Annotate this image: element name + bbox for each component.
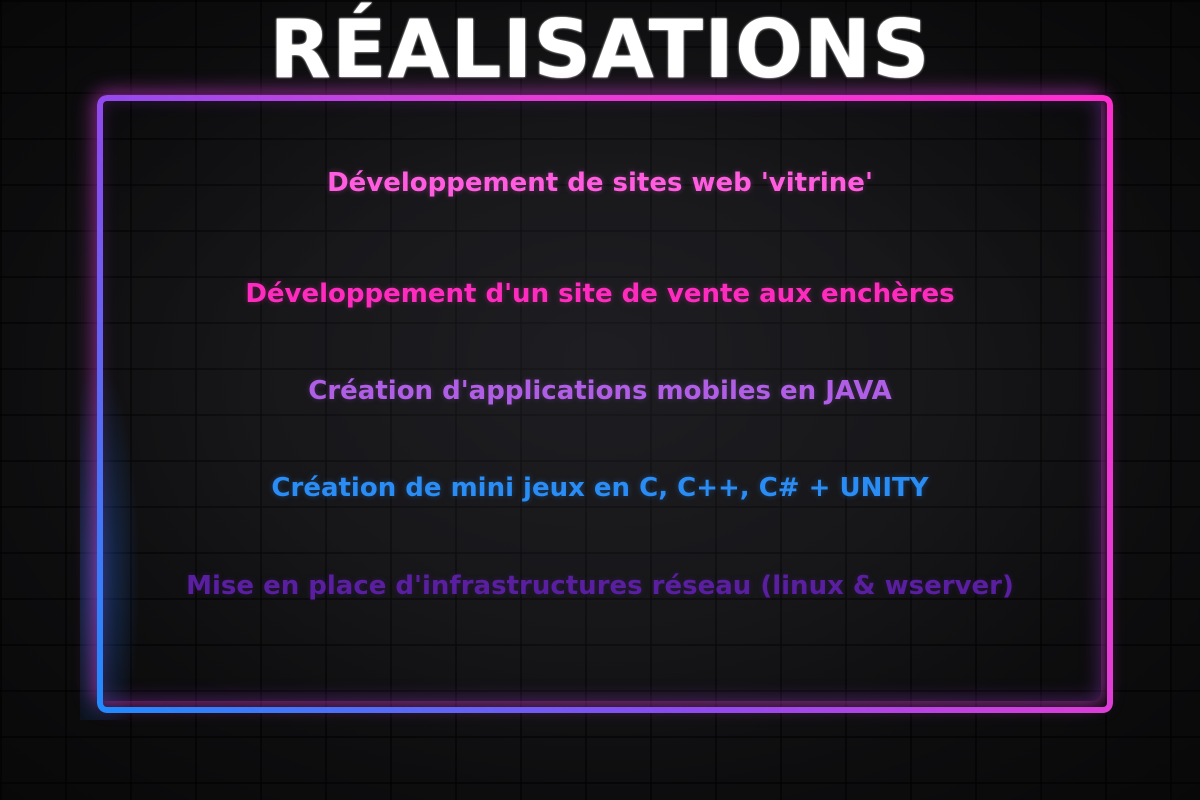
brick-wall-background: RÉALISATIONS Développement de sites web … bbox=[0, 0, 1200, 800]
list-item-websites: Développement de sites web 'vitrine' bbox=[327, 168, 873, 198]
list-item-mobile-apps: Création d'applications mobiles en JAVA bbox=[308, 376, 892, 406]
list-item-auction-site: Développement d'un site de vente aux enc… bbox=[245, 279, 955, 309]
achievements-list: Développement de sites web 'vitrine' Dév… bbox=[0, 0, 1200, 800]
list-item-mini-games: Création de mini jeux en C, C++, C# + UN… bbox=[271, 473, 929, 503]
list-item-network-infrastructure: Mise en place d'infrastructures réseau (… bbox=[186, 571, 1014, 601]
